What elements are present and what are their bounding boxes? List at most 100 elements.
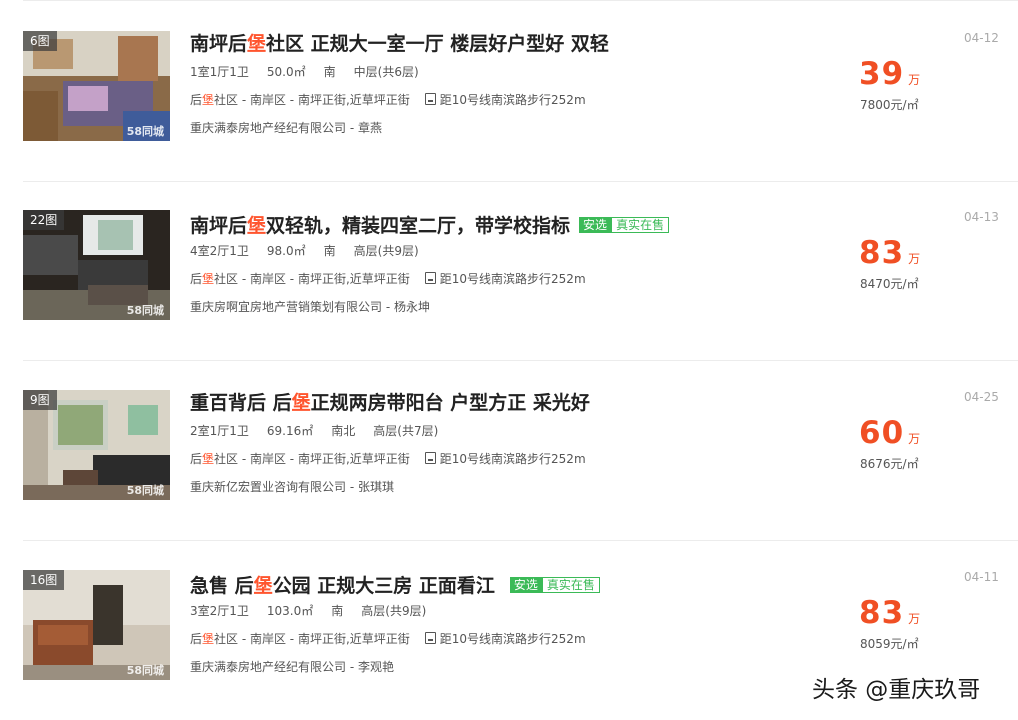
title-text: 重百背后 后 — [190, 392, 292, 414]
agent-info[interactable]: 重庆房啊宜房地产营销策划有限公司 - 杨永坤 — [190, 298, 430, 316]
tag-anxuan: 安选 — [579, 217, 612, 233]
price-unit: 万 — [908, 73, 921, 87]
area-text: 103.0㎡ — [266, 604, 314, 618]
subway-icon — [424, 272, 436, 284]
total-price: 83 万 — [859, 595, 959, 631]
price-value: 83 — [859, 235, 905, 271]
listing-title[interactable]: 南坪后堡社区 正规大一室一厅 楼层好户型好 双轻 — [190, 31, 609, 57]
title-text: 社区 正规大一室一厅 楼层好户型好 双轻 — [266, 33, 609, 55]
watermark-logo: 58同城 — [126, 125, 164, 138]
agent-info[interactable]: 重庆新亿宏置业咨询有限公司 - 张琪琪 — [190, 478, 394, 496]
listing-photo[interactable]: 9图 58同城 — [23, 390, 170, 500]
price-value: 60 — [859, 415, 905, 451]
orientation-text: 南北 — [331, 424, 356, 438]
orientation-text: 南 — [323, 65, 336, 79]
listing-specs: 3室2厅1卫 103.0㎡ 南 高层(共9层) — [190, 602, 444, 620]
listing-title[interactable]: 南坪后堡双轻轨，精装四室二厅，带学校指标 安选 真实在售 — [190, 210, 670, 237]
unit-price: 8470元/㎡ — [860, 277, 919, 291]
subway-icon — [424, 93, 436, 105]
photo-count-badge: 16图 — [23, 570, 65, 590]
title-text: 公园 正规大三房 正面看江 — [272, 575, 495, 597]
address-text: 社区 - 南岸区 - 南坪正街,近草坪正街 — [214, 93, 410, 107]
listing-address[interactable]: 后堡社区 - 南岸区 - 南坪正街,近草坪正街 距10号线南滨路步行252m — [190, 270, 586, 288]
post-date: 04-13 — [964, 210, 999, 224]
orientation-text: 南 — [323, 244, 336, 258]
subway-distance: 距10号线南滨路步行252m — [439, 632, 586, 646]
title-text: 急售 后 — [190, 575, 254, 597]
area-text: 98.0㎡ — [266, 244, 306, 258]
unit-price: 7800元/㎡ — [860, 98, 919, 112]
listing-tags: 安选 真实在售 — [579, 210, 670, 236]
area-text: 50.0㎡ — [266, 65, 306, 79]
price-unit: 万 — [908, 252, 921, 266]
address-keyword: 堡 — [202, 93, 215, 107]
address-text: 社区 - 南岸区 - 南坪正街,近草坪正街 — [214, 272, 410, 286]
title-keyword: 堡 — [247, 215, 267, 237]
title-text: 南坪后 — [190, 215, 248, 237]
photo-count-badge: 22图 — [23, 210, 65, 230]
photo-count-badge: 9图 — [23, 390, 57, 410]
post-date: 04-12 — [964, 31, 999, 45]
listing-item[interactable]: 6图 58同城 南坪后堡社区 正规大一室一厅 楼层好户型好 双轻 1室1厅1卫 5… — [23, 0, 1018, 182]
listing-photo[interactable]: 22图 58同城 — [23, 210, 170, 320]
title-keyword: 堡 — [291, 392, 311, 414]
tag-real-sale: 真实在售 — [611, 217, 670, 233]
price-value: 83 — [859, 595, 905, 631]
subway-icon — [424, 632, 436, 644]
title-text: 双轻轨，精装四室二厅，带学校指标 — [266, 215, 571, 237]
price-unit: 万 — [908, 432, 921, 446]
title-text: 正规两房带阳台 户型方正 采光好 — [310, 392, 590, 414]
address-keyword: 堡 — [202, 452, 215, 466]
tag-anxuan: 安选 — [509, 577, 542, 593]
listing-photo[interactable]: 16图 58同城 — [23, 570, 170, 680]
address-keyword: 堡 — [202, 632, 215, 646]
address-text: 后 — [190, 632, 203, 646]
listing-address[interactable]: 后堡社区 - 南岸区 - 南坪正街,近草坪正街 距10号线南滨路步行252m — [190, 450, 586, 468]
layout-text: 2室1厅1卫 — [190, 424, 249, 438]
agent-info[interactable]: 重庆满泰房地产经纪有限公司 - 章燕 — [190, 119, 382, 137]
agent-info[interactable]: 重庆满泰房地产经纪有限公司 - 李观艳 — [190, 658, 394, 676]
title-keyword: 堡 — [247, 33, 267, 55]
orientation-text: 南 — [331, 604, 344, 618]
floor-text: 高层(共9层) — [353, 244, 419, 258]
total-price: 60 万 — [859, 415, 959, 451]
listing-title[interactable]: 重百背后 后堡正规两房带阳台 户型方正 采光好 — [190, 390, 590, 416]
listing-item[interactable]: 22图 58同城 南坪后堡双轻轨，精装四室二厅，带学校指标 安选 真实在售 4室2厅… — [23, 180, 1018, 361]
listing-specs: 4室2厅1卫 98.0㎡ 南 高层(共9层) — [190, 242, 437, 260]
watermark-logo: 58同城 — [126, 304, 164, 317]
unit-price: 8059元/㎡ — [860, 637, 919, 651]
price-value: 39 — [859, 56, 905, 92]
address-text: 后 — [190, 452, 203, 466]
address-keyword: 堡 — [202, 272, 215, 286]
tag-real-sale: 真实在售 — [541, 577, 600, 593]
title-text: 南坪后 — [190, 33, 248, 55]
listing-tags: 安选 真实在售 — [509, 570, 600, 596]
unit-price: 8676元/㎡ — [860, 457, 919, 471]
total-price: 39 万 — [859, 56, 959, 92]
area-text: 69.16㎡ — [266, 424, 314, 438]
source-watermark: 头条 @重庆玖哥 — [812, 677, 981, 703]
listing-title[interactable]: 急售 后堡公园 正规大三房 正面看江 安选 真实在售 — [190, 570, 600, 597]
address-text: 后 — [190, 272, 203, 286]
listing-address[interactable]: 后堡社区 - 南岸区 - 南坪正街,近草坪正街 距10号线南滨路步行252m — [190, 630, 586, 648]
floor-text: 高层(共7层) — [373, 424, 439, 438]
subway-distance: 距10号线南滨路步行252m — [439, 93, 586, 107]
layout-text: 1室1厅1卫 — [190, 65, 249, 79]
watermark-logo: 58同城 — [126, 664, 164, 677]
floor-text: 中层(共6层) — [353, 65, 419, 79]
layout-text: 4室2厅1卫 — [190, 244, 249, 258]
address-text: 社区 - 南岸区 - 南坪正街,近草坪正街 — [214, 452, 410, 466]
subway-icon — [424, 452, 436, 464]
total-price: 83 万 — [859, 235, 959, 271]
listing-item[interactable]: 9图 58同城 重百背后 后堡正规两房带阳台 户型方正 采光好 2室1厅1卫 69… — [23, 360, 1018, 541]
price-unit: 万 — [908, 612, 921, 626]
address-text: 后 — [190, 93, 203, 107]
listing-address[interactable]: 后堡社区 - 南岸区 - 南坪正街,近草坪正街 距10号线南滨路步行252m — [190, 91, 586, 109]
listing-specs: 1室1厅1卫 50.0㎡ 南 中层(共6层) — [190, 63, 437, 81]
layout-text: 3室2厅1卫 — [190, 604, 249, 618]
floor-text: 高层(共9层) — [361, 604, 427, 618]
photo-count-badge: 6图 — [23, 31, 57, 51]
watermark-logo: 58同城 — [126, 484, 164, 497]
listing-photo[interactable]: 6图 58同城 — [23, 31, 170, 141]
subway-distance: 距10号线南滨路步行252m — [439, 452, 586, 466]
